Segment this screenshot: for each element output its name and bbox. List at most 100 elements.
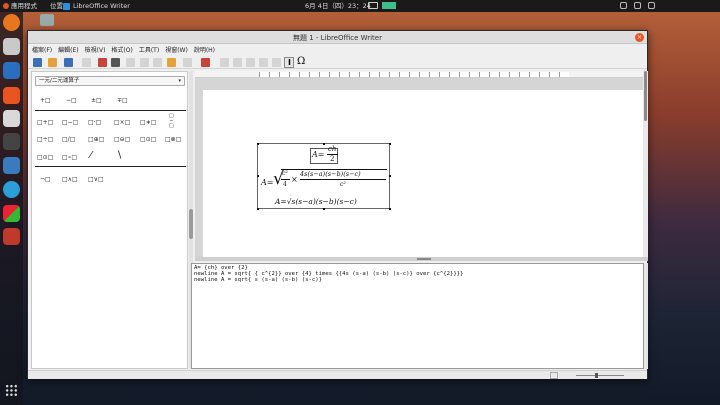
scrollbar-thumb[interactable] xyxy=(189,209,193,239)
zoom-in-icon[interactable] xyxy=(220,58,229,67)
clock[interactable]: 6月 4日（四）23：24 xyxy=(305,1,371,11)
splitter-grip-icon[interactable] xyxy=(417,258,431,260)
element-plus-minus[interactable]: ±□ xyxy=(91,97,102,104)
active-app-indicator[interactable]: LibreOffice Writer xyxy=(63,1,130,11)
scrollbar-thumb[interactable] xyxy=(644,71,647,121)
element-circled-dot[interactable]: □⊙□ xyxy=(140,136,156,143)
zoom-slider[interactable] xyxy=(576,375,624,376)
copy-icon[interactable] xyxy=(140,58,149,67)
element-wide-backslash[interactable]: ∖ xyxy=(116,150,122,161)
element-negative[interactable]: −□ xyxy=(66,97,77,104)
status-selection-mode-icon[interactable] xyxy=(550,372,558,379)
firefox-icon[interactable] xyxy=(3,14,20,31)
network-icon[interactable] xyxy=(620,2,627,9)
element-slash[interactable]: □/□ xyxy=(62,136,75,143)
editor-splitter[interactable] xyxy=(195,257,648,261)
show-all-icon[interactable] xyxy=(259,58,268,67)
applications-menu[interactable]: 應用程式 xyxy=(3,1,37,11)
spellcheck-icon[interactable] xyxy=(201,58,210,67)
cut-icon[interactable] xyxy=(126,58,135,67)
element-subtraction[interactable]: □−□ xyxy=(62,119,78,126)
element-fraction[interactable]: □ ─ □ xyxy=(169,114,174,129)
element-asterisk[interactable]: □∗□ xyxy=(140,119,156,126)
formula-object[interactable]: A= ch 2 A= √ c² 4 × 4s(s−a)(s−b)(s−c) c²… xyxy=(257,143,391,210)
menu-tools[interactable]: 工具(T) xyxy=(139,45,159,54)
formula-cursor-button[interactable]: I xyxy=(284,57,294,68)
menu-help[interactable]: 說明(H) xyxy=(194,45,215,54)
element-circled-times[interactable]: □⊗□ xyxy=(165,136,181,143)
virtualbox-icon[interactable] xyxy=(3,157,20,174)
show-applications-icon[interactable] xyxy=(5,384,18,397)
open-folder-icon[interactable] xyxy=(48,58,57,67)
formula-line2-times: × xyxy=(291,175,298,184)
element-composition[interactable]: □∘□ xyxy=(62,154,77,161)
element-circled-slash[interactable]: □⊙□ xyxy=(37,154,53,161)
resize-handle[interactable] xyxy=(323,208,325,210)
menu-file[interactable]: 檔案(F) xyxy=(32,45,52,54)
active-app-label: LibreOffice Writer xyxy=(73,2,130,10)
close-icon[interactable]: × xyxy=(635,33,644,42)
formula-line1-numerator: ch xyxy=(328,145,337,153)
menu-window[interactable]: 視窗(W) xyxy=(165,45,188,54)
resize-handle[interactable] xyxy=(323,143,325,145)
paste-icon[interactable] xyxy=(153,58,162,67)
resize-handle[interactable] xyxy=(389,208,391,210)
resize-handle[interactable] xyxy=(257,208,259,210)
software-center-icon[interactable] xyxy=(3,87,20,104)
email-icon[interactable] xyxy=(82,58,91,67)
calculator-icon[interactable] xyxy=(3,133,20,150)
element-circled-plus[interactable]: □⊕□ xyxy=(88,136,104,143)
zoom-100-icon[interactable] xyxy=(246,58,255,67)
tray-window-icon[interactable] xyxy=(368,2,378,9)
zoom-out-icon[interactable] xyxy=(233,58,242,67)
redo-icon[interactable] xyxy=(183,58,192,67)
window-titlebar[interactable]: 無題 1 - LibreOffice Writer × xyxy=(28,31,647,44)
element-wide-slash[interactable]: ⁄ xyxy=(90,150,92,161)
document-page[interactable]: A= ch 2 A= √ c² 4 × 4s(s−a)(s−b)(s−c) c²… xyxy=(203,90,643,257)
export-pdf-icon[interactable] xyxy=(98,58,107,67)
formula-command-editor[interactable]: A= {ch} over {2} newline A = sqrt{ { c^{… xyxy=(191,263,644,369)
places-menu[interactable]: 位置 xyxy=(50,1,63,11)
element-minus-plus[interactable]: ∓□ xyxy=(117,97,128,104)
new-document-icon[interactable] xyxy=(33,58,42,67)
resize-handle[interactable] xyxy=(257,175,259,177)
command-editor-scrollbar[interactable] xyxy=(644,263,648,369)
libreoffice-writer-icon[interactable] xyxy=(3,62,20,79)
tray-status-icon[interactable] xyxy=(382,2,396,9)
save-icon[interactable] xyxy=(64,58,73,67)
element-multiplication[interactable]: □×□ xyxy=(114,119,130,126)
files-icon[interactable] xyxy=(3,38,20,55)
symbols-omega-icon[interactable]: Ω xyxy=(297,56,305,67)
print-icon[interactable] xyxy=(111,58,120,67)
screenshot-app-icon[interactable] xyxy=(3,228,20,245)
power-icon[interactable] xyxy=(648,2,655,9)
elements-category-select[interactable]: 一元/二元運算子 ▾ xyxy=(35,76,185,86)
help-icon[interactable] xyxy=(3,110,20,127)
zoom-slider-knob[interactable] xyxy=(595,373,598,378)
menu-format[interactable]: 格式(O) xyxy=(111,45,132,54)
resize-handle[interactable] xyxy=(389,143,391,145)
telegram-icon[interactable] xyxy=(3,181,20,198)
element-addition[interactable]: □+□ xyxy=(37,119,53,126)
element-dot-product[interactable]: □·□ xyxy=(88,119,101,126)
horizontal-ruler[interactable] xyxy=(195,71,643,78)
element-positive[interactable]: +□ xyxy=(40,97,51,104)
ruler-ticks xyxy=(259,72,569,77)
update-icon[interactable] xyxy=(272,58,281,67)
element-boolean-not[interactable]: ¬□ xyxy=(40,176,51,183)
undo-icon[interactable] xyxy=(167,58,176,67)
element-division[interactable]: □÷□ xyxy=(37,136,53,143)
desktop-trash-icon[interactable] xyxy=(40,14,54,26)
element-boolean-and[interactable]: □∧□ xyxy=(62,176,78,183)
volume-icon[interactable] xyxy=(634,2,641,9)
element-circled-minus[interactable]: □⊖□ xyxy=(114,136,130,143)
cursor-icon: I xyxy=(288,58,291,67)
resize-handle[interactable] xyxy=(389,175,391,177)
menu-edit[interactable]: 編輯(E) xyxy=(58,45,78,54)
resize-handle[interactable] xyxy=(257,143,259,145)
document-scrollbar[interactable] xyxy=(643,71,648,257)
menu-view[interactable]: 檢視(V) xyxy=(85,45,106,54)
element-boolean-or[interactable]: □∨□ xyxy=(88,176,104,183)
libreoffice-window: 無題 1 - LibreOffice Writer × 檔案(F) 編輯(E) … xyxy=(27,30,648,379)
app-launcher-icon[interactable] xyxy=(3,205,20,222)
